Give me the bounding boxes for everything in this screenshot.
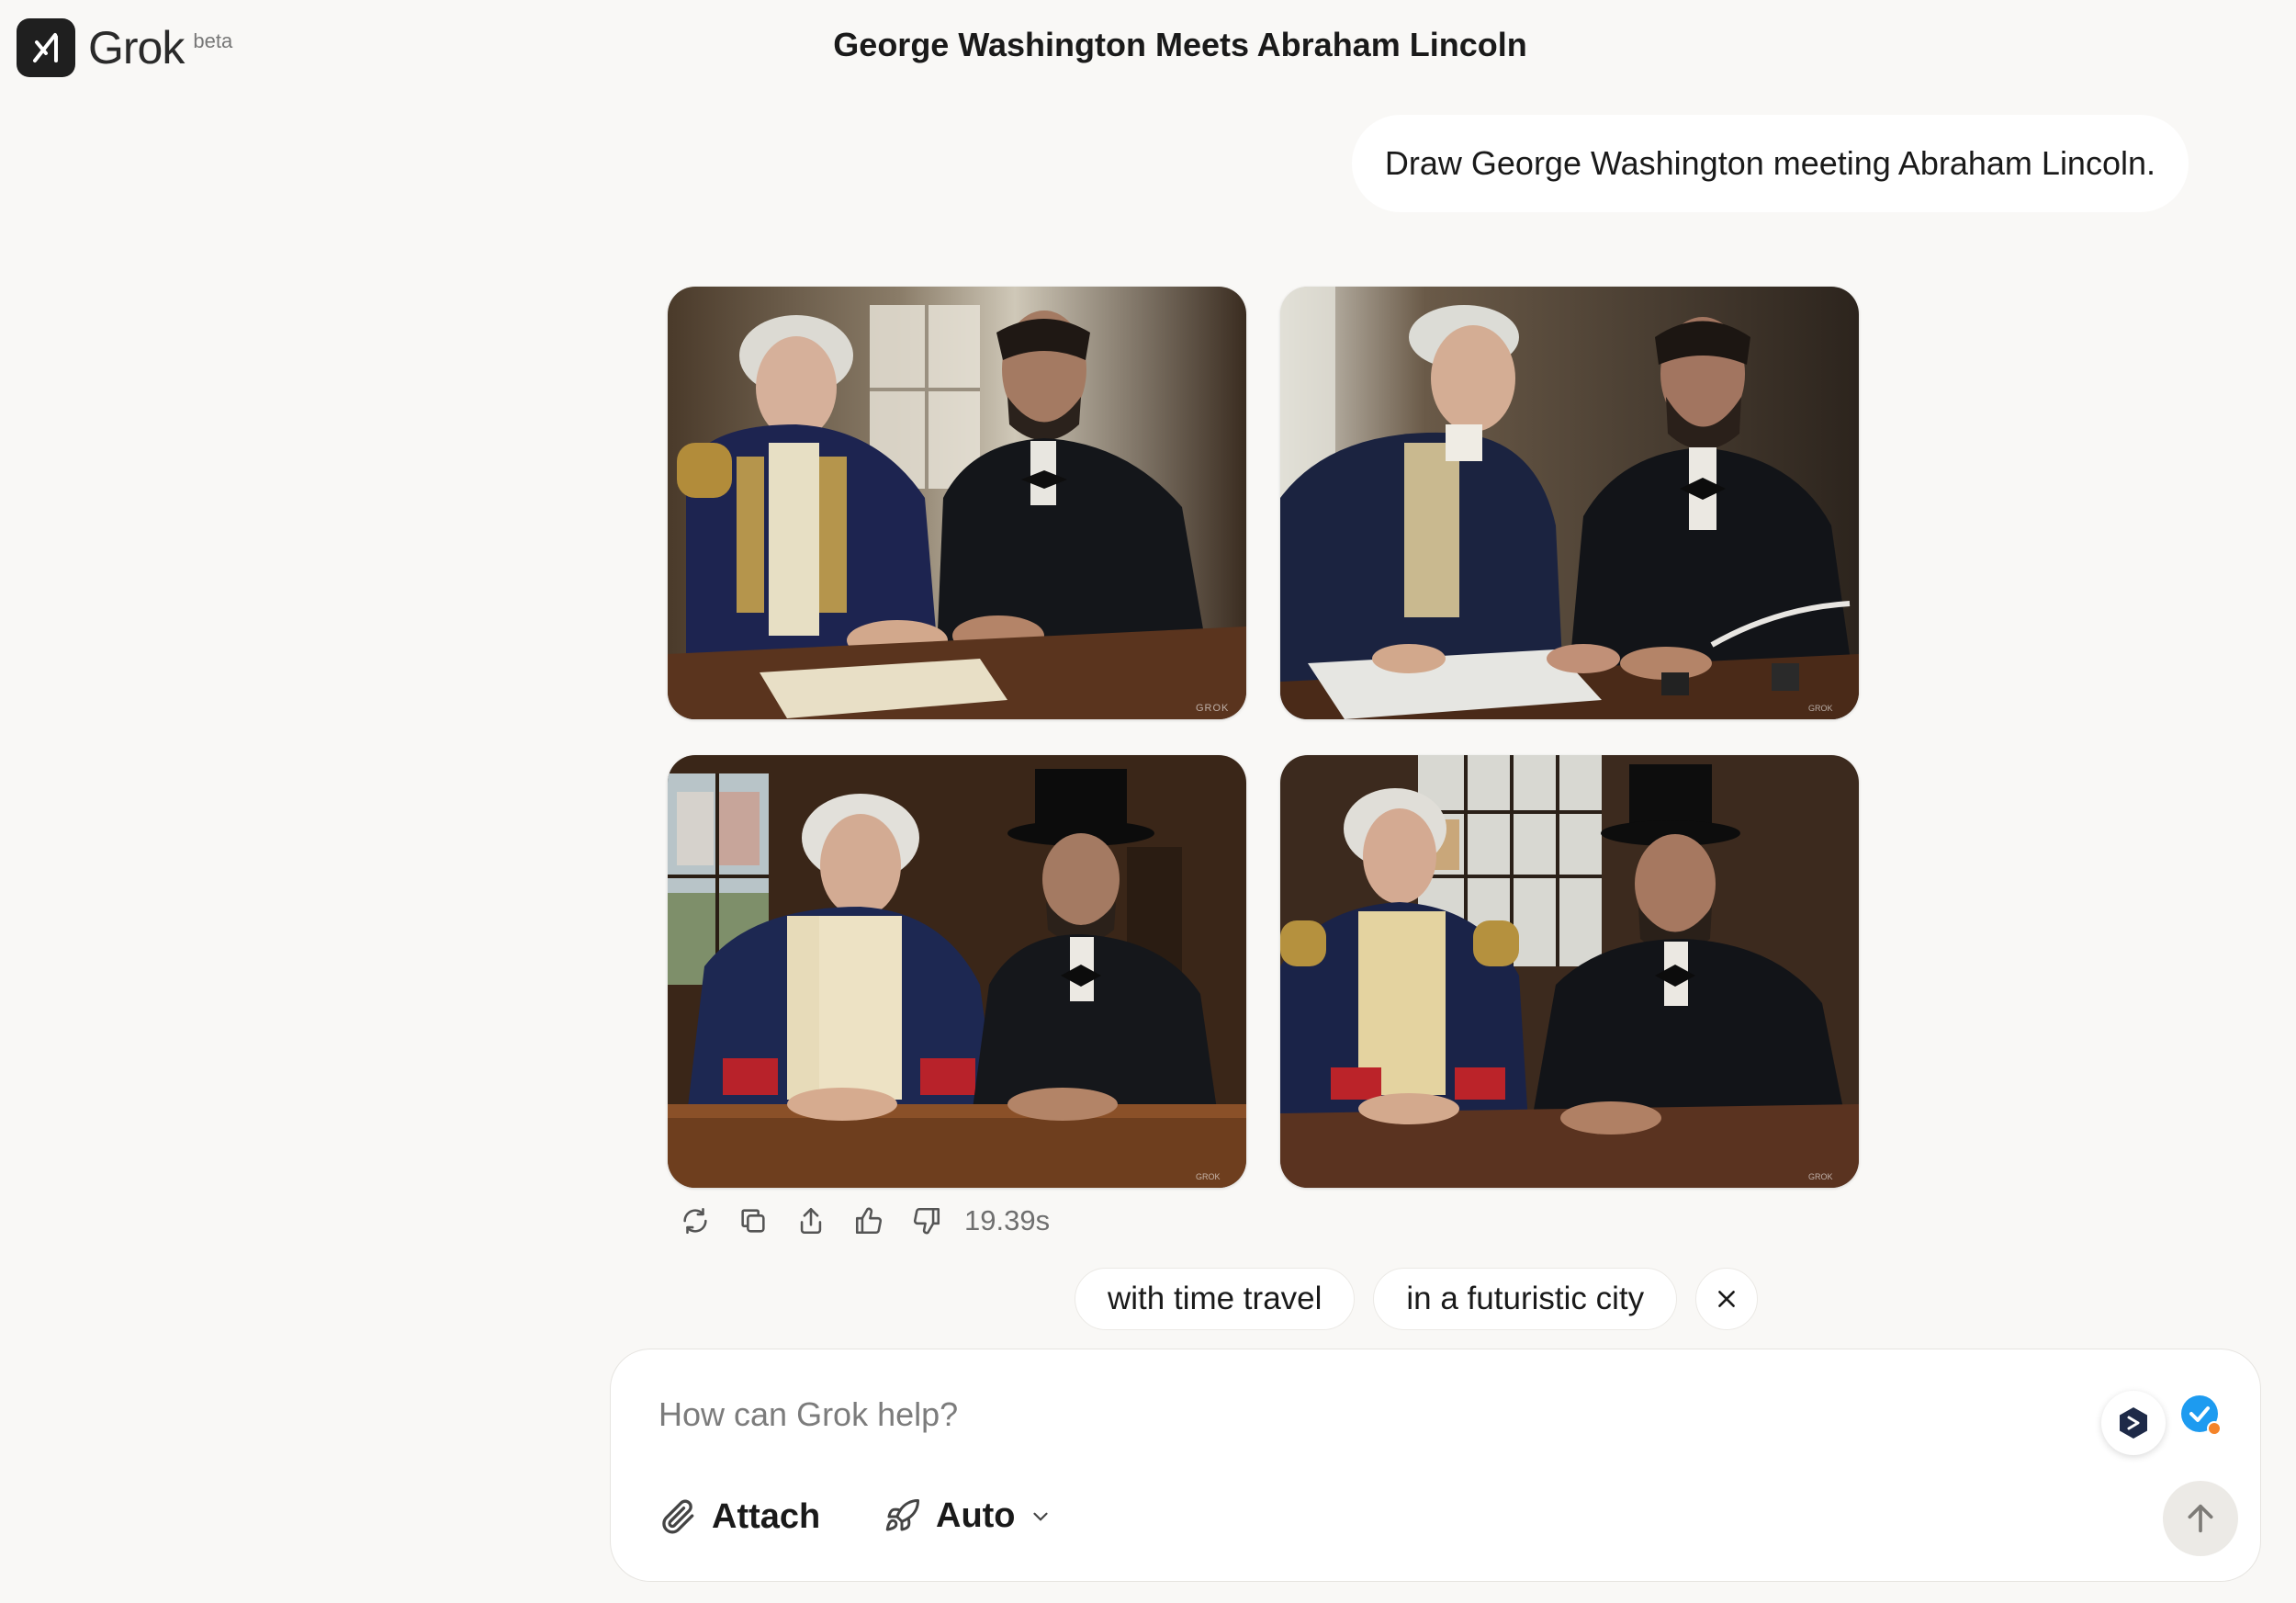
prompt-input[interactable] <box>658 1395 1761 1434</box>
verified-badge-icon[interactable] <box>2179 1394 2225 1439</box>
generated-image-2[interactable]: GROK <box>1280 287 1859 719</box>
message-composer: Attach Auto <box>610 1349 2261 1582</box>
watermark: GROK <box>1808 1172 1833 1181</box>
watermark: GROK <box>1808 704 1833 713</box>
generated-image-4[interactable]: GROK <box>1280 755 1859 1188</box>
suggestion-chip-futuristic-city[interactable]: in a futuristic city <box>1373 1268 1678 1330</box>
paperclip-icon <box>662 1499 694 1534</box>
suggestion-chips: with time travel in a futuristic city <box>1075 1268 1759 1330</box>
attach-button[interactable]: Attach <box>658 1496 820 1537</box>
thumbs-down-icon[interactable] <box>905 1199 949 1243</box>
hexagon-extension-icon <box>2120 1407 2147 1439</box>
conversation-title: George Washington Meets Abraham Lincoln <box>833 26 1527 63</box>
attach-label: Attach <box>712 1496 821 1536</box>
generated-image-3[interactable]: GROK <box>668 755 1246 1188</box>
mode-label: Auto <box>936 1496 1016 1535</box>
generated-image-grid: GROK GROK GROK GROK <box>668 287 1859 1189</box>
send-button[interactable] <box>2163 1481 2238 1556</box>
arrow-up-icon <box>2188 1504 2213 1533</box>
watermark: GROK <box>1196 1172 1221 1181</box>
share-icon[interactable] <box>789 1199 833 1243</box>
extension-button[interactable] <box>2101 1391 2166 1455</box>
user-message-text: Draw George Washington meeting Abraham L… <box>1384 144 2155 182</box>
response-actions: 19.39s <box>673 1199 1050 1243</box>
copy-icon[interactable] <box>731 1199 775 1243</box>
response-time: 19.39s <box>964 1204 1051 1236</box>
close-icon <box>1718 1291 1735 1307</box>
regenerate-icon[interactable] <box>673 1199 717 1243</box>
mode-selector[interactable]: Auto <box>883 1496 1052 1536</box>
chevron-down-icon <box>1032 1512 1048 1521</box>
rocket-icon <box>885 1498 919 1530</box>
suggestion-chip-time-travel[interactable]: with time travel <box>1075 1268 1356 1330</box>
dismiss-suggestions-button[interactable] <box>1695 1268 1759 1330</box>
thumbs-up-icon[interactable] <box>847 1199 891 1243</box>
generated-image-1[interactable]: GROK <box>668 287 1246 719</box>
user-message: Draw George Washington meeting Abraham L… <box>1351 115 2189 212</box>
watermark: GROK <box>1196 703 1229 714</box>
